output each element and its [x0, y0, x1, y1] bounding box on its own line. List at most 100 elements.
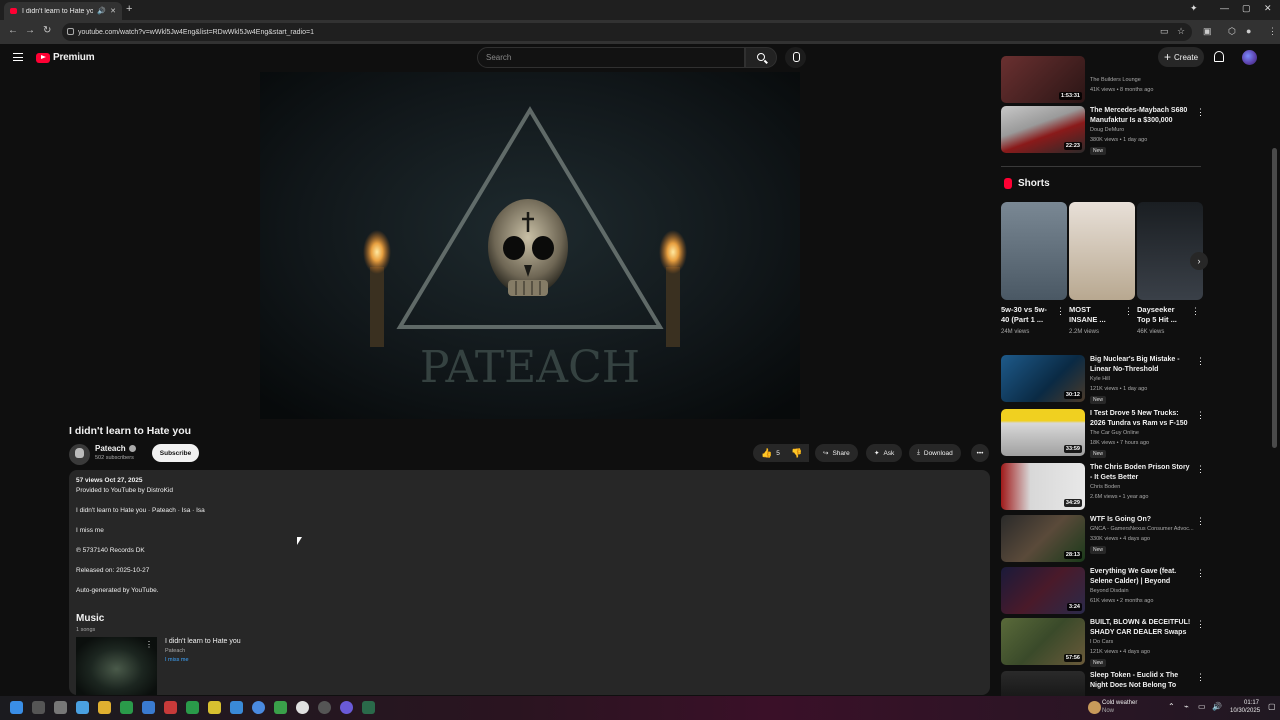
- dislike-button[interactable]: 👎: [785, 444, 809, 462]
- recommendation-thumbnail[interactable]: 28:13: [1001, 515, 1085, 562]
- shorts-next-arrow-icon[interactable]: ›: [1190, 252, 1208, 270]
- recommendation-item[interactable]: 30:12 Big Nuclear's Big Mistake - Linear…: [1001, 355, 1205, 405]
- more-vertical-icon[interactable]: ⋮: [1196, 619, 1205, 630]
- recommendation-title[interactable]: The Mercedes-Maybach S680 Manufaktur Is …: [1090, 106, 1192, 125]
- short-title[interactable]: Dayseeker Top 5 Hit ...: [1137, 305, 1189, 325]
- app-icon[interactable]: [296, 701, 309, 714]
- short-title[interactable]: 5w-30 vs 5w-40 (Part 1 ...: [1001, 305, 1053, 325]
- app-icon[interactable]: [318, 701, 331, 714]
- share-button[interactable]: ↪ Share: [815, 444, 858, 462]
- tray-chevron-icon[interactable]: ⌃: [1168, 702, 1175, 711]
- recommendation-item[interactable]: 33:59 I Test Drove 5 New Trucks: 2026 Tu…: [1001, 409, 1205, 459]
- maximize-icon[interactable]: ▢: [1242, 3, 1251, 14]
- sidepanel-icon[interactable]: ▣: [1203, 26, 1212, 37]
- recommendation-item[interactable]: 57:56 BUILT, BLOWN & DECEITFUL! SHADY CA…: [1001, 618, 1205, 668]
- cast-icon[interactable]: ▭: [1160, 26, 1169, 37]
- chrome-icon[interactable]: [252, 701, 265, 714]
- speaker-icon[interactable]: 🔊: [97, 7, 106, 15]
- file-explorer-icon[interactable]: [98, 701, 111, 714]
- close-window-icon[interactable]: ✕: [1264, 3, 1272, 14]
- notification-center-icon[interactable]: ▢: [1268, 702, 1276, 711]
- address-bar[interactable]: youtube.com/watch?v=wWkl5Jw4Eng&list=RDw…: [62, 23, 1192, 41]
- music-track-album[interactable]: I miss me: [165, 657, 189, 663]
- channel-avatar[interactable]: [69, 444, 90, 465]
- app-icon[interactable]: [230, 701, 243, 714]
- app-icon[interactable]: [274, 701, 287, 714]
- more-vertical-icon[interactable]: ⋮: [1196, 568, 1205, 579]
- profile-icon[interactable]: ●: [1246, 26, 1251, 36]
- short-title[interactable]: MOST INSANE ...: [1069, 305, 1121, 325]
- display-icon[interactable]: ▭: [1198, 702, 1206, 711]
- forward-icon[interactable]: →: [25, 25, 35, 36]
- app-icon[interactable]: [120, 701, 133, 714]
- short-thumbnail[interactable]: [1137, 202, 1203, 300]
- description-box[interactable]: 57 views Oct 27, 2025 Provided to YouTub…: [69, 470, 990, 695]
- more-vertical-icon[interactable]: ⋮: [1056, 306, 1065, 317]
- clock-time[interactable]: 01:17: [1244, 700, 1259, 706]
- network-icon[interactable]: ⌁: [1184, 702, 1189, 711]
- youtube-logo[interactable]: Premium: [36, 52, 95, 63]
- recommendation-thumbnail[interactable]: [1001, 671, 1085, 696]
- recommendation-title[interactable]: The Chris Boden Prison Story - It Gets B…: [1090, 463, 1192, 482]
- app-icon[interactable]: [208, 701, 221, 714]
- start-windows-icon[interactable]: [10, 701, 23, 714]
- more-vertical-icon[interactable]: ⋮: [1191, 306, 1200, 317]
- recommendation-item[interactable]: 28:13 WTF Is Going On? GNCA - GamersNexu…: [1001, 515, 1205, 565]
- new-tab-icon[interactable]: +: [126, 3, 132, 15]
- recommendation-item[interactable]: 3:24 Everything We Gave (feat. Selene Ca…: [1001, 567, 1205, 617]
- weather-icon[interactable]: [1088, 701, 1101, 714]
- weather-label[interactable]: Cold weather: [1102, 700, 1137, 706]
- notifications-bell-icon[interactable]: [1214, 51, 1224, 62]
- subscribe-button[interactable]: Subscribe: [152, 444, 199, 462]
- site-info-icon[interactable]: [67, 28, 74, 35]
- recommendation-item[interactable]: 1:53:31 The Builders Lounge 41K views • …: [1001, 56, 1201, 103]
- recommendation-item[interactable]: 22:23 The Mercedes-Maybach S680 Manufakt…: [1001, 106, 1205, 156]
- search-input[interactable]: Search: [477, 47, 745, 68]
- more-vertical-icon[interactable]: ⋮: [145, 640, 153, 649]
- back-icon[interactable]: ←: [8, 25, 18, 36]
- more-vertical-icon[interactable]: ⋮: [1196, 672, 1201, 683]
- recommendation-item[interactable]: 34:29 The Chris Boden Prison Story - It …: [1001, 463, 1205, 513]
- channel-name[interactable]: Pateach: [95, 444, 136, 453]
- recommendation-thumbnail[interactable]: 1:53:31: [1001, 56, 1085, 103]
- video-player[interactable]: PATEACH: [260, 72, 800, 419]
- recommendation-thumbnail[interactable]: 33:59: [1001, 409, 1085, 456]
- more-vertical-icon[interactable]: ⋮: [1196, 410, 1205, 421]
- music-track-title[interactable]: I didn't learn to Hate you: [165, 638, 241, 645]
- page-scrollbar[interactable]: [1272, 148, 1277, 448]
- download-button[interactable]: ⤓ Download: [909, 444, 961, 462]
- recommendation-thumbnail[interactable]: 57:56: [1001, 618, 1085, 665]
- app-icon[interactable]: [340, 701, 353, 714]
- voice-search-mic-icon[interactable]: [785, 47, 806, 68]
- app-icon[interactable]: [362, 701, 375, 714]
- volume-icon[interactable]: 🔊: [1212, 702, 1222, 711]
- recommendation-title[interactable]: BUILT, BLOWN & DECEITFUL! SHADY CAR DEAL…: [1090, 618, 1192, 637]
- search-button[interactable]: [745, 47, 777, 68]
- app-icon[interactable]: [164, 701, 177, 714]
- widgets-icon[interactable]: [54, 701, 67, 714]
- ask-button[interactable]: ✦ Ask: [866, 444, 903, 462]
- browser-tab[interactable]: I didn't learn to Hate you 🔊 ✕: [4, 2, 122, 20]
- browser-menu-icon[interactable]: ⋮: [1268, 26, 1277, 37]
- short-thumbnail[interactable]: [1069, 202, 1135, 300]
- guide-menu-icon[interactable]: [13, 53, 23, 61]
- recommendation-thumbnail[interactable]: 30:12: [1001, 355, 1085, 402]
- music-album-art[interactable]: ⋮: [76, 637, 157, 695]
- extensions-icon[interactable]: ✦: [1190, 3, 1198, 14]
- clock-date[interactable]: 10/30/2025: [1230, 708, 1260, 714]
- reload-icon[interactable]: ↻: [43, 25, 51, 36]
- more-vertical-icon[interactable]: ⋮: [1196, 464, 1205, 475]
- extension-icon[interactable]: ⬡: [1228, 26, 1236, 37]
- task-view-icon[interactable]: [32, 701, 45, 714]
- recommendation-thumbnail[interactable]: 34:29: [1001, 463, 1085, 510]
- app-icon[interactable]: [186, 701, 199, 714]
- recommendation-thumbnail[interactable]: 22:23: [1001, 106, 1085, 153]
- more-vertical-icon[interactable]: ⋮: [1124, 306, 1133, 317]
- close-tab-icon[interactable]: ✕: [110, 7, 116, 15]
- recommendation-title[interactable]: WTF Is Going On?: [1090, 515, 1192, 525]
- recommendation-item[interactable]: Sleep Token - Euclid x The Night Does No…: [1001, 671, 1201, 696]
- more-actions-button[interactable]: •••: [971, 444, 989, 462]
- more-vertical-icon[interactable]: ⋮: [1196, 516, 1205, 527]
- minimize-icon[interactable]: —: [1220, 3, 1229, 13]
- short-thumbnail[interactable]: [1001, 202, 1067, 300]
